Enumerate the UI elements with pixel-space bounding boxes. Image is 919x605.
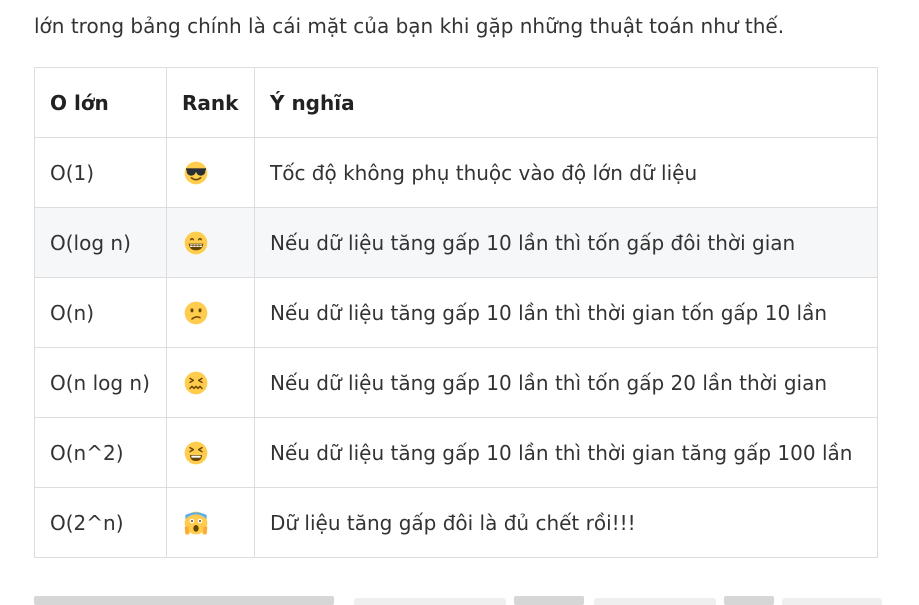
rank-cell — [166, 487, 255, 558]
table-row: O(n log n) Nếu dữ liệu tăng gấp 10 lần t… — [34, 347, 878, 418]
rank-cell — [166, 277, 255, 348]
confounded-face-icon — [184, 371, 208, 395]
table-row: O(1) Tốc độ không phụ thuộc vào độ lớn d… — [34, 137, 878, 208]
big-o-table: O lớn Rank Ý nghĩa O(1) Tốc độ không phụ… — [34, 67, 878, 558]
table-row: O(log n) Nếu dữ liệu tăng gấp 10 lần thì… — [34, 207, 878, 278]
meaning-cell: Nếu dữ liệu tăng gấp 10 lần thì tốn gấp … — [254, 347, 878, 418]
cool-sunglasses-face-icon — [184, 161, 208, 185]
cropped-next-paragraph — [34, 592, 914, 605]
meaning-cell: Nếu dữ liệu tăng gấp 10 lần thì thời gia… — [254, 277, 878, 348]
complexity-cell: O(n^2) — [34, 417, 167, 488]
rank-cell — [166, 347, 255, 418]
rank-cell — [166, 417, 255, 488]
meaning-cell: Dữ liệu tăng gấp đôi là đủ chết rồi!!! — [254, 487, 878, 558]
rank-cell — [166, 137, 255, 208]
meaning-cell: Nếu dữ liệu tăng gấp 10 lần thì thời gia… — [254, 417, 878, 488]
table-row: O(n) Nếu dữ liệu tăng gấp 10 lần thì thờ… — [34, 277, 878, 348]
complexity-cell: O(n log n) — [34, 347, 167, 418]
cropped-text-line — [514, 596, 584, 605]
screaming-face-icon — [184, 511, 208, 535]
table-row: O(n^2) Nếu dữ liệu tăng gấp 10 lần thì t… — [34, 417, 878, 488]
cropped-text-line — [34, 596, 334, 605]
cropped-text-line — [724, 596, 774, 605]
tired-face-icon — [184, 441, 208, 465]
confused-face-icon — [184, 301, 208, 325]
header-meaning: Ý nghĩa — [254, 67, 878, 138]
table-row: O(2^n) Dữ liệu tăng gấp đôi là đủ chết r… — [34, 487, 878, 558]
complexity-cell: O(2^n) — [34, 487, 167, 558]
table-header-row: O lớn Rank Ý nghĩa — [34, 67, 878, 138]
grinning-face-icon — [184, 231, 208, 255]
intro-paragraph: lớn trong bảng chính là cái mặt của bạn … — [34, 14, 785, 38]
complexity-cell: O(log n) — [34, 207, 167, 278]
cropped-inline-code — [354, 598, 506, 605]
cropped-inline-code — [594, 598, 716, 605]
rank-cell — [166, 207, 255, 278]
header-big-o: O lớn — [34, 67, 167, 138]
complexity-cell: O(1) — [34, 137, 167, 208]
meaning-cell: Nếu dữ liệu tăng gấp 10 lần thì tốn gấp … — [254, 207, 878, 278]
meaning-cell: Tốc độ không phụ thuộc vào độ lớn dữ liệ… — [254, 137, 878, 208]
header-rank: Rank — [166, 67, 255, 138]
complexity-cell: O(n) — [34, 277, 167, 348]
cropped-inline-code — [782, 598, 882, 605]
